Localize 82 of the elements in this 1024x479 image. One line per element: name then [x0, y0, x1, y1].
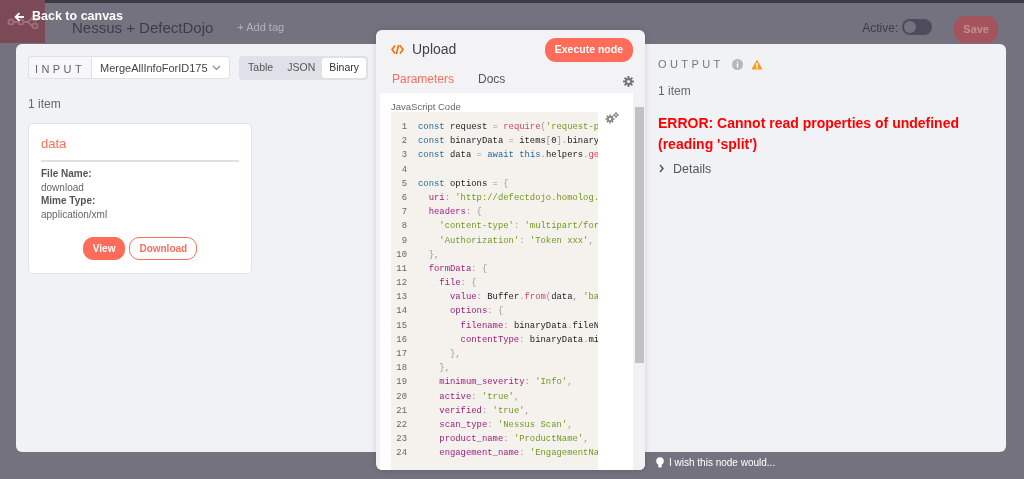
line-number: 10	[395, 248, 407, 262]
line-number: 4	[400, 163, 407, 177]
code-line: file: {	[438, 277, 477, 291]
line-number: 6	[400, 191, 407, 205]
binary-property-title: data	[41, 133, 239, 163]
field-label: File Name:	[41, 167, 93, 181]
line-number: 2	[400, 135, 407, 149]
line-number: 5	[400, 177, 407, 191]
code-line: product_name: 'ProductName',	[438, 433, 589, 447]
chevron-right-icon	[658, 164, 665, 174]
line-number: 3	[400, 149, 407, 163]
code-line: formData: {	[427, 262, 488, 276]
line-number: 15	[395, 319, 407, 333]
node-select[interactable]: MergeAllInfoForID175	[91, 56, 231, 80]
error-message: ERROR: Cannot read properties of undefined (reading 'split')	[658, 113, 960, 154]
code-line: minimum_severity: 'Info',	[438, 376, 573, 390]
download-button[interactable]: Download	[129, 237, 198, 261]
execute-node-button[interactable]: Execute node	[544, 38, 633, 62]
code-line: verified: 'true',	[438, 404, 530, 418]
feedback-link[interactable]: I wish this node would...	[669, 455, 776, 470]
line-number: 16	[395, 333, 407, 347]
line-number: 11	[395, 262, 407, 276]
field-value: application/xml	[41, 207, 109, 222]
line-number: 21	[395, 404, 407, 418]
item-count: 1 item	[658, 82, 692, 100]
code-line: const options = {	[418, 177, 509, 191]
code-line: engagement_name: 'EngagementNa	[438, 447, 598, 461]
details-toggle[interactable]: Details	[658, 159, 998, 179]
info-icon	[731, 58, 743, 70]
code-line: active: 'true',	[438, 390, 520, 404]
settings-icon[interactable]	[623, 75, 634, 87]
line-number: 14	[395, 305, 407, 319]
code-line: value: Buffer.from(data, 'ba	[448, 291, 598, 305]
lightbulb-icon	[656, 457, 664, 468]
panel-tab[interactable]: Docs	[466, 65, 518, 95]
line-number: 8	[400, 220, 407, 234]
code-icon	[391, 44, 404, 56]
item-count: 1 item	[28, 95, 62, 113]
line-number: 18	[395, 362, 407, 376]
output-label: OUTPUT	[658, 57, 724, 72]
code-line: },	[427, 248, 440, 262]
code-line: const binaryData = items[0].binary	[418, 135, 598, 149]
scrollbar[interactable]	[633, 93, 645, 470]
code-line: uri: 'http://defectdojo.homolog.	[427, 191, 598, 205]
view-tab[interactable]: Table	[241, 58, 281, 78]
code-line: headers: {	[427, 206, 482, 220]
code-line: const request = require('request-p	[418, 121, 598, 134]
line-number: 1	[400, 121, 407, 134]
code-line: contentType: binaryData.mi	[459, 333, 598, 347]
code-line: scan_type: 'Nessus Scan',	[438, 418, 573, 432]
code-line: },	[448, 348, 461, 361]
chevron-down-icon	[212, 64, 222, 71]
field-value: download	[41, 180, 85, 195]
code-line: const data = await this.helpers.ge	[418, 149, 598, 163]
field-label: Mime Type:	[41, 194, 97, 208]
code-line: options: {	[448, 305, 504, 319]
line-number: 20	[395, 390, 407, 404]
field-label: JavaScript Code	[391, 100, 461, 114]
view-button[interactable]: View	[82, 237, 126, 261]
line-number: 19	[395, 376, 407, 390]
warning-icon	[750, 58, 763, 70]
view-tab[interactable]: Binary	[322, 58, 366, 78]
settings-cogs-icon[interactable]	[605, 112, 619, 124]
input-label: INPUT	[28, 56, 91, 80]
line-number: 22	[395, 418, 407, 432]
line-number: 24	[395, 447, 407, 461]
code-line: 'content-type': 'multipart/for	[438, 220, 598, 234]
node-title: Upload	[412, 40, 457, 60]
line-number: 13	[395, 291, 407, 305]
code-line: filename: binaryData.fileN	[459, 319, 598, 333]
back-arrow-icon	[14, 11, 25, 22]
back-to-canvas-link[interactable]: Back to canvas	[14, 10, 124, 23]
line-number: 9	[400, 234, 407, 248]
code-line: },	[438, 362, 450, 376]
active-toggle[interactable]	[902, 19, 933, 35]
code-editor[interactable]	[391, 112, 598, 470]
view-tab[interactable]: JSON	[280, 58, 323, 78]
line-number: 12	[395, 277, 407, 291]
line-number: 17	[395, 348, 407, 361]
line-number: 23	[395, 433, 407, 447]
line-number: 7	[400, 206, 407, 220]
code-line: 'Authorization': 'Token xxx',	[438, 234, 594, 248]
